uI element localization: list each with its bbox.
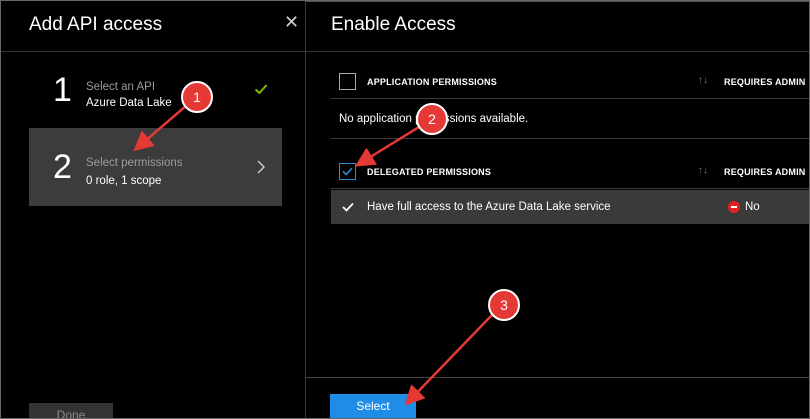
portal-frame: Add API access ✕ 1 Select an API Azure D…	[0, 0, 810, 419]
callout-arrow-2	[354, 125, 420, 167]
callout-arrow-3	[404, 314, 493, 406]
callout-badge-2: 2	[416, 103, 448, 135]
callout-badge-1: 1	[181, 81, 213, 113]
annotation-arrows	[133, 104, 493, 406]
callout-arrow-1	[133, 104, 188, 152]
callout-badge-3: 3	[488, 289, 520, 321]
